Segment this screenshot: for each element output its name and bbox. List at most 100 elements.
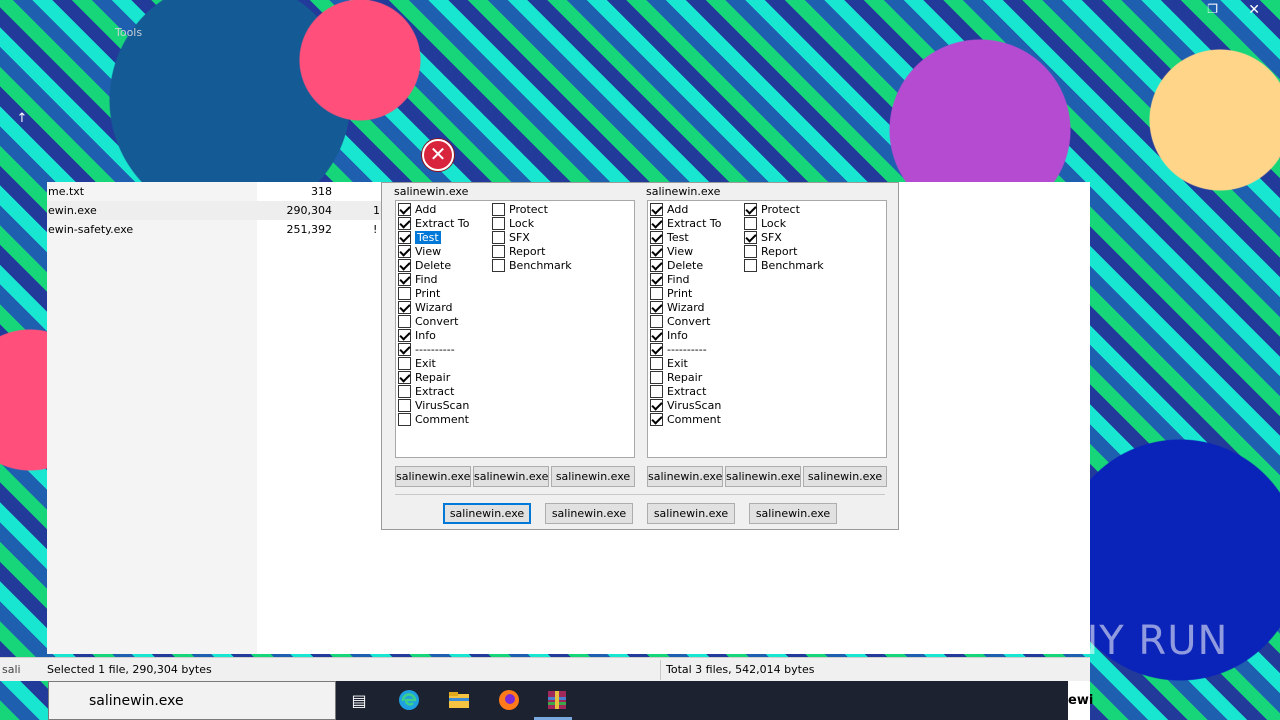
checkbox-item[interactable]: Lock bbox=[492, 217, 534, 231]
checkbox-checked-icon[interactable] bbox=[650, 203, 663, 216]
checkbox-item[interactable]: View bbox=[398, 245, 441, 259]
checkbox-checked-icon[interactable] bbox=[398, 203, 411, 216]
right-group-button-3[interactable]: salinewin.exe bbox=[803, 466, 887, 487]
checkbox-item[interactable]: ---------- bbox=[398, 343, 455, 357]
file-row-selected[interactable]: ewin.exe 290,304 1( bbox=[47, 201, 387, 220]
checkbox-unchecked-icon[interactable] bbox=[744, 259, 757, 272]
checkbox-unchecked-icon[interactable] bbox=[650, 287, 663, 300]
checkbox-item[interactable]: Delete bbox=[398, 259, 451, 273]
checkbox-unchecked-icon[interactable] bbox=[650, 357, 663, 370]
checkbox-item[interactable]: Add bbox=[398, 203, 436, 217]
checkbox-checked-icon[interactable] bbox=[650, 273, 663, 286]
checkbox-unchecked-icon[interactable] bbox=[398, 315, 411, 328]
checkbox-checked-icon[interactable] bbox=[650, 413, 663, 426]
checkbox-checked-icon[interactable] bbox=[650, 245, 663, 258]
checkbox-checked-icon[interactable] bbox=[398, 231, 411, 244]
checkbox-item[interactable]: SFX bbox=[744, 231, 782, 245]
checkbox-item[interactable]: Add bbox=[650, 203, 688, 217]
firefox-icon[interactable] bbox=[496, 688, 522, 714]
checkbox-checked-icon[interactable] bbox=[650, 329, 663, 342]
left-group-button-3[interactable]: salinewin.exe bbox=[551, 466, 635, 487]
checkbox-unchecked-icon[interactable] bbox=[398, 413, 411, 426]
checkbox-item[interactable]: Exit bbox=[650, 357, 688, 371]
dialog-button-3[interactable]: salinewin.exe bbox=[647, 503, 735, 524]
checkbox-unchecked-icon[interactable] bbox=[492, 231, 505, 244]
checkbox-item[interactable]: Delete bbox=[650, 259, 703, 273]
checkbox-item[interactable]: Convert bbox=[398, 315, 459, 329]
checkbox-unchecked-icon[interactable] bbox=[744, 217, 757, 230]
restore-icon[interactable]: ❐ bbox=[1207, 2, 1218, 16]
checkbox-item[interactable]: Protect bbox=[744, 203, 800, 217]
checkbox-checked-icon[interactable] bbox=[744, 203, 757, 216]
checkbox-item[interactable]: Report bbox=[744, 245, 797, 259]
checkbox-item[interactable]: Protect bbox=[492, 203, 548, 217]
left-group-button-2[interactable]: salinewin.exe bbox=[473, 466, 549, 487]
checkbox-item[interactable]: ---------- bbox=[650, 343, 707, 357]
checkbox-checked-icon[interactable] bbox=[398, 301, 411, 314]
checkbox-item[interactable]: Find bbox=[650, 273, 690, 287]
dialog-button-4[interactable]: salinewin.exe bbox=[749, 503, 837, 524]
checkbox-item[interactable]: Print bbox=[650, 287, 692, 301]
checkbox-unchecked-icon[interactable] bbox=[650, 371, 663, 384]
checkbox-unchecked-icon[interactable] bbox=[492, 245, 505, 258]
checkbox-unchecked-icon[interactable] bbox=[398, 385, 411, 398]
checkbox-item[interactable]: Wizard bbox=[650, 301, 705, 315]
checkbox-checked-icon[interactable] bbox=[398, 259, 411, 272]
taskbar-search[interactable]: salinewin.exe bbox=[48, 681, 336, 720]
checkbox-item[interactable]: Test bbox=[398, 231, 441, 245]
checkbox-item[interactable]: Benchmark bbox=[744, 259, 824, 273]
checkbox-checked-icon[interactable] bbox=[398, 329, 411, 342]
checkbox-checked-icon[interactable] bbox=[650, 399, 663, 412]
checkbox-item[interactable]: Print bbox=[398, 287, 440, 301]
file-row[interactable]: ewin-safety.exe 251,392 ! bbox=[47, 220, 387, 239]
right-group-button-2[interactable]: salinewin.exe bbox=[725, 466, 801, 487]
checkbox-item[interactable]: Find bbox=[398, 273, 438, 287]
checkbox-unchecked-icon[interactable] bbox=[492, 217, 505, 230]
checkbox-item[interactable]: Info bbox=[398, 329, 436, 343]
checkbox-checked-icon[interactable] bbox=[650, 231, 663, 244]
checkbox-checked-icon[interactable] bbox=[398, 217, 411, 230]
checkbox-unchecked-icon[interactable] bbox=[492, 203, 505, 216]
checkbox-item[interactable]: Extract bbox=[650, 385, 706, 399]
checkbox-checked-icon[interactable] bbox=[650, 259, 663, 272]
checkbox-item[interactable]: View bbox=[650, 245, 693, 259]
task-view-icon[interactable]: ▤ bbox=[346, 688, 372, 714]
checkbox-item[interactable]: Extract To bbox=[398, 217, 469, 231]
checkbox-unchecked-icon[interactable] bbox=[398, 399, 411, 412]
checkbox-item[interactable]: Test bbox=[650, 231, 689, 245]
checkbox-item[interactable]: SFX bbox=[492, 231, 530, 245]
dialog-button-1[interactable]: salinewin.exe bbox=[443, 503, 531, 524]
checkbox-item[interactable]: Repair bbox=[398, 371, 450, 385]
checkbox-item[interactable]: VirusScan bbox=[398, 399, 469, 413]
checkbox-checked-icon[interactable] bbox=[650, 217, 663, 230]
checkbox-item[interactable]: Comment bbox=[398, 413, 469, 427]
checkbox-checked-icon[interactable] bbox=[650, 343, 663, 356]
checkbox-checked-icon[interactable] bbox=[398, 343, 411, 356]
checkbox-unchecked-icon[interactable] bbox=[398, 357, 411, 370]
checkbox-item[interactable]: Wizard bbox=[398, 301, 453, 315]
checkbox-item[interactable]: Comment bbox=[650, 413, 721, 427]
winrar-icon[interactable] bbox=[544, 688, 570, 714]
up-arrow-icon[interactable]: ↑ bbox=[12, 111, 32, 129]
checkbox-item[interactable]: Exit bbox=[398, 357, 436, 371]
close-icon[interactable]: ✕ bbox=[1248, 2, 1260, 18]
checkbox-checked-icon[interactable] bbox=[398, 273, 411, 286]
checkbox-item[interactable]: Info bbox=[650, 329, 688, 343]
checkbox-item[interactable]: Lock bbox=[744, 217, 786, 231]
checkbox-unchecked-icon[interactable] bbox=[398, 287, 411, 300]
checkbox-checked-icon[interactable] bbox=[398, 371, 411, 384]
checkbox-checked-icon[interactable] bbox=[744, 231, 757, 244]
checkbox-item[interactable]: VirusScan bbox=[650, 399, 721, 413]
edge-icon[interactable] bbox=[396, 688, 422, 714]
checkbox-item[interactable]: Extract To bbox=[650, 217, 721, 231]
checkbox-unchecked-icon[interactable] bbox=[492, 259, 505, 272]
checkbox-item[interactable]: Repair bbox=[650, 371, 702, 385]
file-row[interactable]: me.txt 318 bbox=[47, 182, 387, 201]
checkbox-unchecked-icon[interactable] bbox=[650, 385, 663, 398]
checkbox-checked-icon[interactable] bbox=[650, 301, 663, 314]
checkbox-item[interactable]: Report bbox=[492, 245, 545, 259]
dialog-button-2[interactable]: salinewin.exe bbox=[545, 503, 633, 524]
tools-menu[interactable]: Tools bbox=[115, 26, 142, 39]
checkbox-checked-icon[interactable] bbox=[398, 245, 411, 258]
checkbox-item[interactable]: Extract bbox=[398, 385, 454, 399]
